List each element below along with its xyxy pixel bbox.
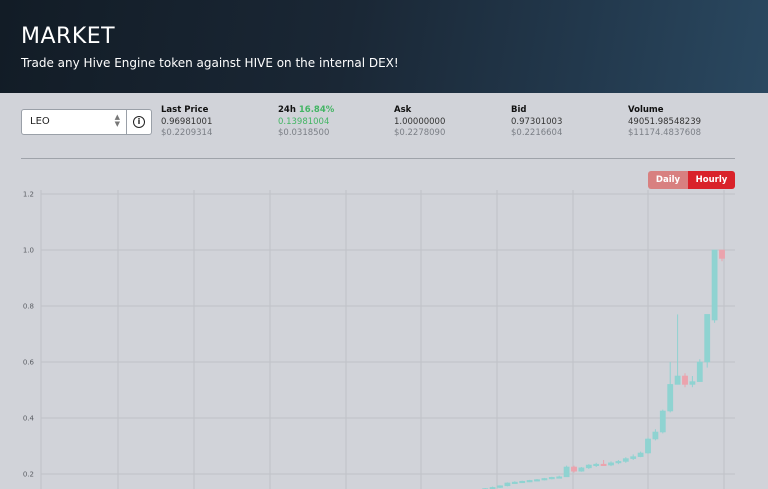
candle-body xyxy=(578,467,585,472)
page-subtitle: Trade any Hive Engine token against HIVE… xyxy=(21,56,399,70)
select-arrows-icon: ▲ ▼ xyxy=(114,113,120,128)
stat-ask: Ask 1.00000000 $0.2278090 xyxy=(394,105,445,140)
candle-body xyxy=(667,384,674,412)
candle-body xyxy=(622,458,629,462)
y-tick-label: 1.2 xyxy=(23,191,34,199)
candle-body xyxy=(519,480,526,484)
candle-body xyxy=(526,480,533,483)
candle-body xyxy=(696,361,703,382)
candle-body xyxy=(682,375,688,385)
candle-body xyxy=(504,482,511,487)
token-info-button[interactable]: i xyxy=(127,109,152,135)
stat-label: Bid xyxy=(511,105,527,115)
candle-body xyxy=(608,462,614,466)
candle-body xyxy=(704,314,711,363)
daily-button[interactable]: Daily xyxy=(648,171,688,189)
candle-body xyxy=(541,478,548,481)
stat-usd: $0.2278090 xyxy=(394,128,446,138)
candle-body xyxy=(659,410,666,433)
stat-value: 0.97301003 xyxy=(511,116,563,127)
stat-usd: $0.0318500 xyxy=(278,128,330,138)
candle-body xyxy=(719,249,725,259)
candle-body xyxy=(563,466,570,478)
stat-label: Ask xyxy=(394,105,412,115)
candle-body xyxy=(689,381,696,385)
candle-body xyxy=(556,476,563,479)
candle-body xyxy=(497,485,503,488)
stat-value: 0.13981004 xyxy=(278,116,330,127)
y-tick-label: 1.0 xyxy=(23,247,34,255)
token-select-value: LEO xyxy=(30,116,50,127)
candle-body xyxy=(593,463,600,467)
divider xyxy=(21,158,735,159)
candle-body xyxy=(585,464,592,469)
candle-body xyxy=(674,375,681,385)
candle-body xyxy=(600,463,607,467)
stat-value: 49051.98548239 xyxy=(628,116,702,127)
stat-usd: $11174.4837608 xyxy=(628,128,702,138)
candle-body xyxy=(630,456,637,459)
price-chart[interactable]: 0.2 0.4 0.6 0.8 1.0 1.2 xyxy=(0,190,768,489)
candle-body xyxy=(571,466,577,472)
stat-last-price: Last Price 0.96981001 $0.2209314 xyxy=(161,105,212,140)
candle-body xyxy=(615,461,622,464)
stat-volume: Volume 49051.98548239 $11174.4837608 xyxy=(628,105,701,140)
token-select[interactable]: LEO ▲ ▼ xyxy=(21,109,127,135)
hourly-button[interactable]: Hourly xyxy=(688,171,735,189)
candle-body xyxy=(637,452,644,457)
candle-body xyxy=(711,249,718,321)
stat-24h-label: 24h xyxy=(278,105,296,115)
info-icon: i xyxy=(133,116,145,128)
market-header: MARKET Trade any Hive Engine token again… xyxy=(0,0,768,93)
stat-24h: 24h 16.84% 0.13981004 $0.0318500 xyxy=(278,105,334,140)
candle-body xyxy=(652,431,659,440)
page-title: MARKET xyxy=(21,24,116,49)
stat-value: 0.96981001 xyxy=(161,116,213,127)
stat-bid: Bid 0.97301003 $0.2216604 xyxy=(511,105,562,140)
candle-body xyxy=(548,477,555,480)
candle-body xyxy=(534,479,540,482)
candle-body xyxy=(511,481,518,484)
stat-usd: $0.2209314 xyxy=(161,128,213,138)
stat-24h-percent: 16.84% xyxy=(298,105,335,115)
stat-label: 24h 16.84% xyxy=(278,105,334,117)
y-tick-label: 0.6 xyxy=(23,359,35,367)
stat-usd: $0.2216604 xyxy=(511,128,563,138)
stat-label: Last Price xyxy=(161,105,209,115)
stat-value: 1.00000000 xyxy=(394,116,446,127)
stat-label: Volume xyxy=(628,105,664,115)
y-tick-label: 0.2 xyxy=(23,471,34,479)
candle-body xyxy=(645,438,651,454)
y-tick-label: 0.4 xyxy=(23,415,35,423)
y-tick-label: 0.8 xyxy=(23,303,34,311)
